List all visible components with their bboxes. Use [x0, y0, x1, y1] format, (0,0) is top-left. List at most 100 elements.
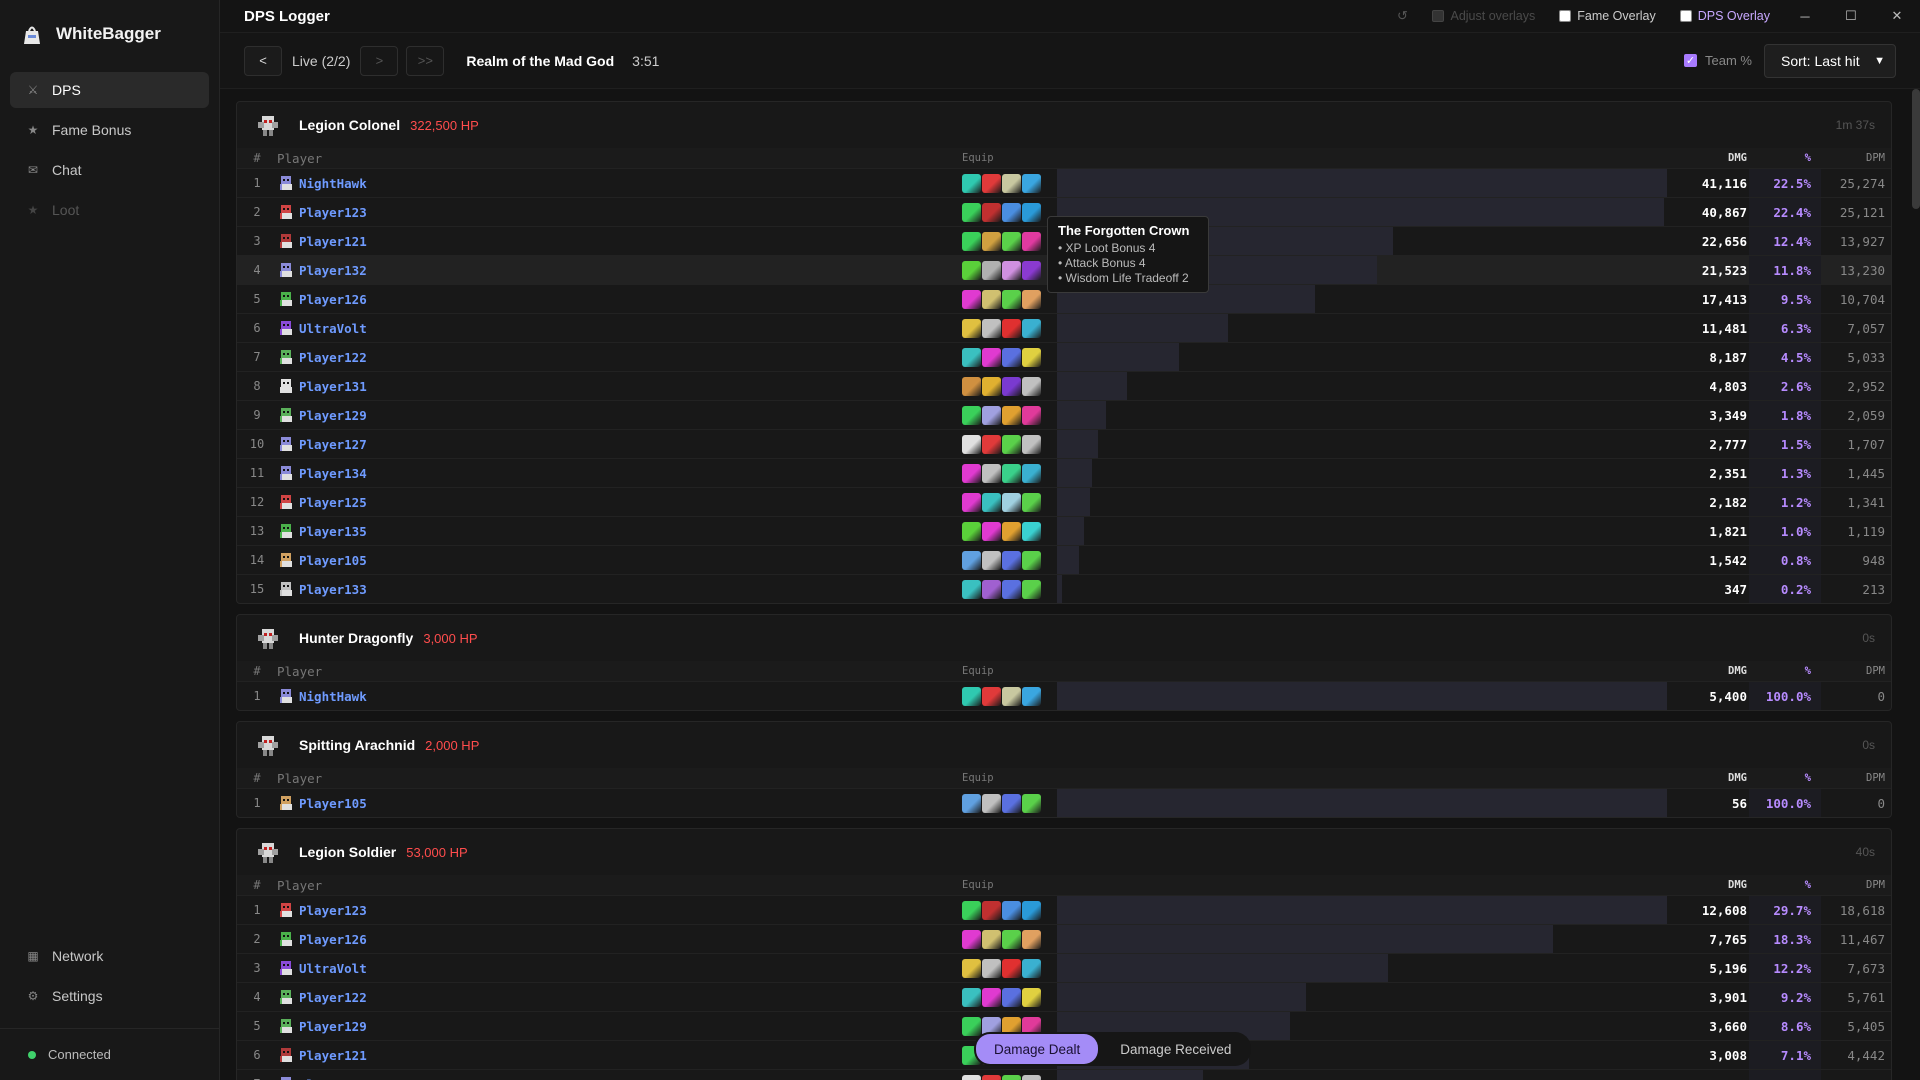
sidebar-item-loot[interactable]: ★ Loot: [10, 192, 209, 228]
armor-icon[interactable]: [1002, 289, 1021, 309]
player-name[interactable]: Player129: [299, 408, 367, 423]
ability-icon[interactable]: [982, 900, 1001, 920]
ring-icon[interactable]: [1022, 260, 1041, 280]
table-row[interactable]: 2 Player126 7,765 18.3% 11,467: [237, 924, 1891, 953]
table-row[interactable]: 9 Player129 3,349 1.8% 2,059: [237, 400, 1891, 429]
ring-icon[interactable]: [1022, 173, 1041, 193]
weapon-icon[interactable]: [962, 686, 981, 706]
table-row[interactable]: 11 Player134 2,351 1.3% 1,445: [237, 458, 1891, 487]
ring-icon[interactable]: [1022, 900, 1041, 920]
player-name[interactable]: UltraVolt: [299, 961, 367, 976]
ability-icon[interactable]: [982, 550, 1001, 570]
team-percent-checkbox[interactable]: ✓ Team %: [1684, 53, 1752, 68]
ability-icon[interactable]: [982, 521, 1001, 541]
sidebar-item-chat[interactable]: ✉ Chat: [10, 152, 209, 188]
player-name[interactable]: Player126: [299, 932, 367, 947]
dps-overlay-checkbox[interactable]: DPS Overlay: [1668, 0, 1782, 32]
ability-icon[interactable]: [982, 793, 1001, 813]
ability-icon[interactable]: [982, 1074, 1001, 1080]
armor-icon[interactable]: [1002, 929, 1021, 949]
table-row[interactable]: 13 Player135 1,821 1.0% 1,119: [237, 516, 1891, 545]
ring-icon[interactable]: [1022, 231, 1041, 251]
ability-icon[interactable]: [982, 173, 1001, 193]
armor-icon[interactable]: [1002, 900, 1021, 920]
weapon-icon[interactable]: [962, 1016, 981, 1036]
ring-icon[interactable]: [1022, 463, 1041, 483]
ring-icon[interactable]: [1022, 521, 1041, 541]
armor-icon[interactable]: [1002, 260, 1021, 280]
weapon-icon[interactable]: [962, 550, 981, 570]
ability-icon[interactable]: [982, 347, 1001, 367]
armor-icon[interactable]: [1002, 463, 1021, 483]
table-row[interactable]: 3 UltraVolt 5,196 12.2% 7,673: [237, 953, 1891, 982]
scrollbar[interactable]: [1912, 89, 1920, 209]
table-row[interactable]: 8 Player131 4,803 2.6% 2,952: [237, 371, 1891, 400]
armor-icon[interactable]: [1002, 405, 1021, 425]
player-name[interactable]: NightHawk: [299, 689, 367, 704]
armor-icon[interactable]: [1002, 550, 1021, 570]
ring-icon[interactable]: [1022, 987, 1041, 1007]
ability-icon[interactable]: [982, 987, 1001, 1007]
weapon-icon[interactable]: [962, 900, 981, 920]
ability-icon[interactable]: [982, 686, 1001, 706]
player-name[interactable]: Player127: [299, 1077, 367, 1080]
sort-select[interactable]: Sort: Last hit ▼: [1764, 43, 1896, 78]
player-name[interactable]: Player133: [299, 582, 367, 597]
player-name[interactable]: Player121: [299, 234, 367, 249]
ability-icon[interactable]: [982, 231, 1001, 251]
weapon-icon[interactable]: [962, 929, 981, 949]
ability-icon[interactable]: [982, 463, 1001, 483]
weapon-icon[interactable]: [962, 347, 981, 367]
ability-icon[interactable]: [982, 958, 1001, 978]
player-name[interactable]: Player131: [299, 379, 367, 394]
player-name[interactable]: Player127: [299, 437, 367, 452]
player-name[interactable]: Player126: [299, 292, 367, 307]
table-row[interactable]: 7Player1272,2815.4%3,368: [237, 1069, 1891, 1080]
weapon-icon[interactable]: [962, 289, 981, 309]
weapon-icon[interactable]: [962, 173, 981, 193]
weapon-icon[interactable]: [962, 434, 981, 454]
table-row[interactable]: 1 NightHawk 5,400 100.0% 0: [237, 681, 1891, 710]
player-name[interactable]: Player134: [299, 466, 367, 481]
player-name[interactable]: Player125: [299, 495, 367, 510]
armor-icon[interactable]: [1002, 987, 1021, 1007]
player-name[interactable]: Player121: [299, 1048, 367, 1063]
ring-icon[interactable]: [1022, 550, 1041, 570]
player-name[interactable]: Player123: [299, 205, 367, 220]
ability-icon[interactable]: [982, 289, 1001, 309]
ability-icon[interactable]: [982, 929, 1001, 949]
table-row[interactable]: 6 UltraVolt 11,481 6.3% 7,057: [237, 313, 1891, 342]
ability-icon[interactable]: [982, 434, 1001, 454]
prev-button[interactable]: <: [244, 45, 282, 76]
ring-icon[interactable]: [1022, 958, 1041, 978]
next-button[interactable]: >: [360, 45, 399, 76]
weapon-icon[interactable]: [962, 202, 981, 222]
weapon-icon[interactable]: [962, 1074, 981, 1080]
table-row[interactable]: 10 Player127 2,777 1.5% 1,707: [237, 429, 1891, 458]
ability-icon[interactable]: [982, 202, 1001, 222]
ring-icon[interactable]: [1022, 376, 1041, 396]
ring-icon[interactable]: [1022, 202, 1041, 222]
armor-icon[interactable]: [1002, 958, 1021, 978]
weapon-icon[interactable]: [962, 492, 981, 512]
armor-icon[interactable]: [1002, 686, 1021, 706]
table-row[interactable]: 4 Player122 3,901 9.2% 5,761: [237, 982, 1891, 1011]
sidebar-item-fame-bonus[interactable]: ★ Fame Bonus: [10, 112, 209, 148]
player-name[interactable]: Player123: [299, 903, 367, 918]
weapon-icon[interactable]: [962, 579, 981, 599]
armor-icon[interactable]: [1002, 579, 1021, 599]
armor-icon[interactable]: [1002, 202, 1021, 222]
refresh-icon[interactable]: ↺: [1384, 0, 1420, 32]
sidebar-item-dps[interactable]: ⚔ DPS: [10, 72, 209, 108]
armor-icon[interactable]: [1002, 173, 1021, 193]
ring-icon[interactable]: [1022, 289, 1041, 309]
weapon-icon[interactable]: [962, 318, 981, 338]
ring-icon[interactable]: [1022, 434, 1041, 454]
table-row[interactable]: 1 Player123 12,608 29.7% 18,618: [237, 895, 1891, 924]
ring-icon[interactable]: [1022, 686, 1041, 706]
ring-icon[interactable]: [1022, 405, 1041, 425]
player-name[interactable]: Player122: [299, 990, 367, 1005]
armor-icon[interactable]: [1002, 231, 1021, 251]
player-name[interactable]: Player105: [299, 553, 367, 568]
tab-damage-received[interactable]: Damage Received: [1102, 1034, 1249, 1064]
